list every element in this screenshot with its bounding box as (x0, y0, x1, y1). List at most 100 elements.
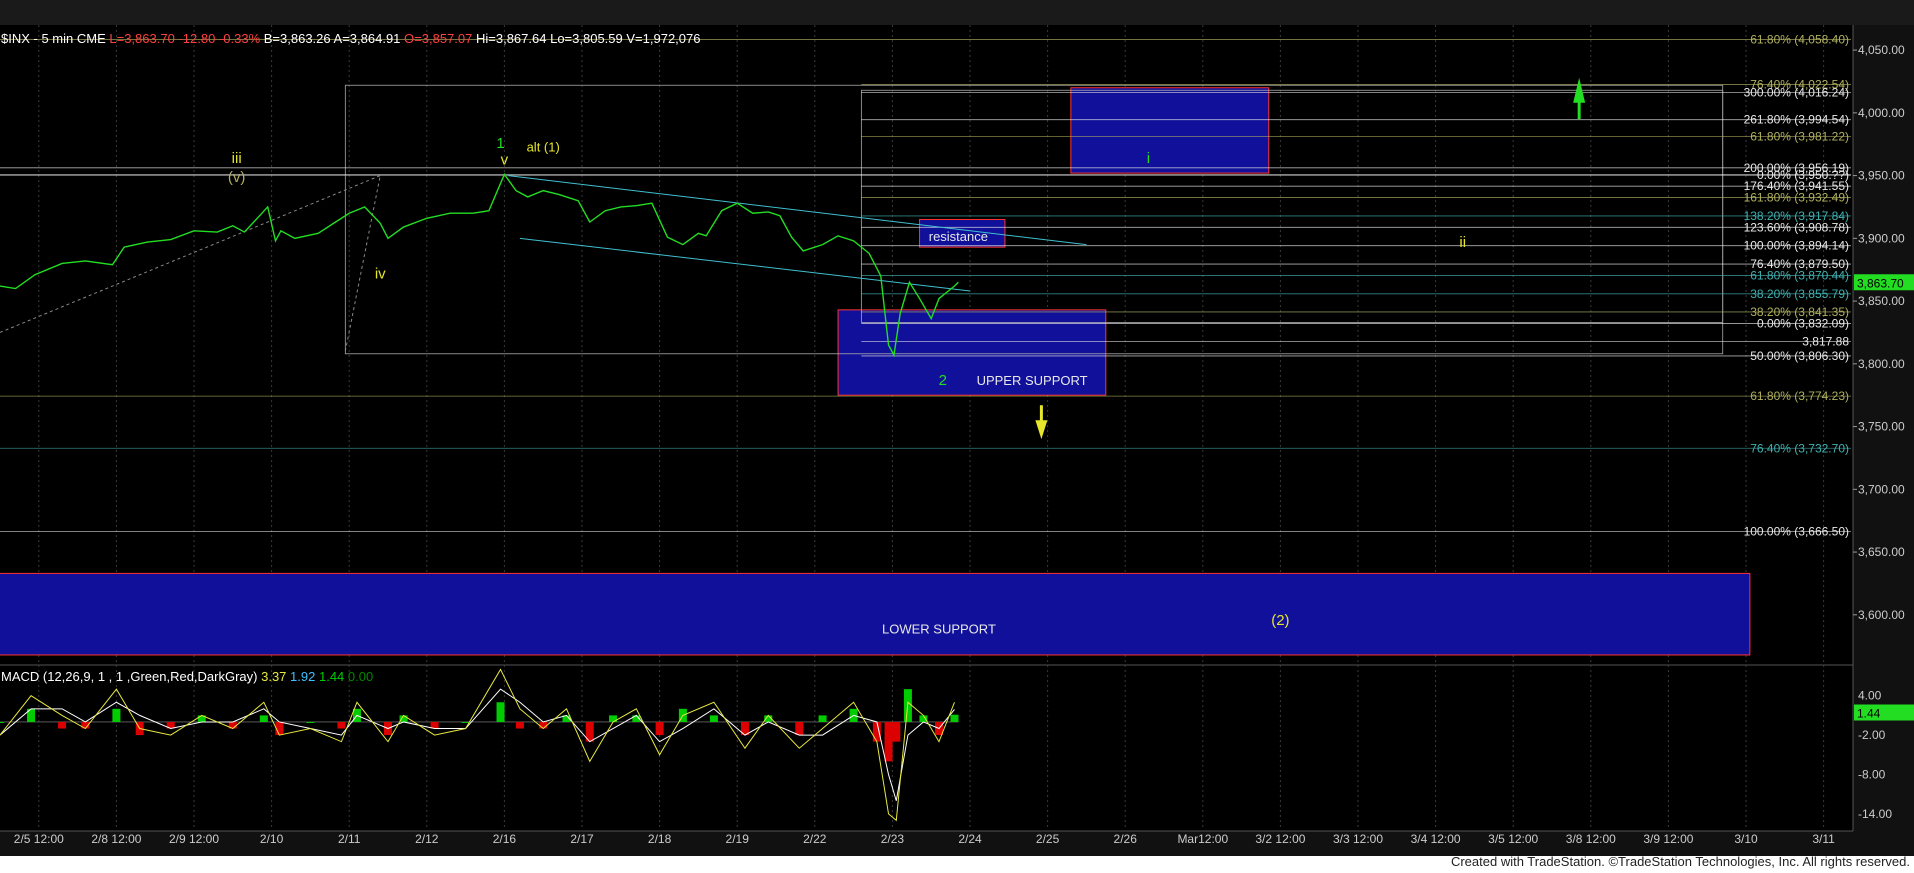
time-tick-label: 3/11 (1812, 832, 1835, 846)
fib-level-label: 38.20% (3,855.79) (1750, 287, 1849, 301)
bid-price: B=3,863.26 (263, 31, 331, 46)
symbol-label: $INX - 5 min CME (1, 31, 106, 46)
wave-label: resistance (929, 229, 988, 244)
fib-level-label: 100.00% (3,666.50) (1744, 524, 1849, 538)
wave-label: ii (1459, 234, 1466, 251)
ask-price: A=3,864.91 (333, 31, 401, 46)
time-tick-label: 3/5 12:00 (1488, 832, 1538, 846)
time-tick-label: 3/2 12:00 (1255, 832, 1305, 846)
macd-current-label: 1.44 (1857, 707, 1881, 721)
price-tick-label: 3,700.00 (1858, 482, 1905, 496)
macd-label: MACD (12,26,9, 1 , 1 ,Green,Red,DarkGray… (1, 669, 258, 684)
price-tick-label: 3,900.00 (1858, 231, 1905, 245)
macd-histogram-bar (892, 721, 901, 742)
macd-value-4: 0.00 (347, 669, 374, 684)
macd-histogram-bar (539, 721, 548, 729)
macd-histogram-bar (884, 721, 893, 762)
fib-level-label: 300.00% (4,016.24) (1744, 85, 1849, 99)
wave-label: alt (1) (527, 140, 560, 155)
wave-label: v (501, 151, 509, 168)
time-tick-label: 3/3 12:00 (1333, 832, 1383, 846)
footer-bar: Created with TradeStation. ©TradeStation… (0, 854, 1914, 873)
volume: V=1,972,076 (626, 31, 701, 46)
time-axis-panel (0, 831, 1914, 856)
price-tick-label: 3,950.00 (1858, 169, 1905, 183)
time-tick-label: 3/10 (1734, 832, 1758, 846)
price-tick-label: 3,800.00 (1858, 357, 1905, 371)
macd-histogram-bar (515, 721, 524, 729)
price-tick-label: 4,050.00 (1858, 43, 1905, 57)
price-tick-label: 3,750.00 (1858, 420, 1905, 434)
wave-label: iv (375, 265, 386, 282)
time-tick-label: 2/22 (803, 832, 827, 846)
low-price: Lo=3,805.59 (550, 31, 623, 46)
time-tick-label: 2/26 (1114, 832, 1138, 846)
open-price: O=3,857.07 (404, 31, 473, 46)
time-tick-label: 2/16 (493, 832, 517, 846)
time-tick-label: 2/10 (260, 832, 284, 846)
time-tick-label: Mar12:00 (1177, 832, 1228, 846)
price-tick-label: 3,850.00 (1858, 294, 1905, 308)
macd-header: MACD (12,26,9, 1 , 1 ,Green,Red,DarkGray… (1, 669, 373, 684)
macd-histogram-bar (872, 721, 881, 742)
wave-label: UPPER SUPPORT (977, 373, 1088, 388)
macd-value-3: 1.44 (318, 669, 345, 684)
time-tick-label: 2/19 (726, 832, 750, 846)
macd-histogram-bar (337, 721, 346, 729)
time-tick-label: 3/8 12:00 (1566, 832, 1616, 846)
last-price-label: 3,863.70 (1857, 276, 1904, 290)
wave-label: i (1147, 150, 1150, 167)
wave-label: LOWER SUPPORT (882, 622, 996, 637)
macd-histogram-bar (112, 708, 121, 722)
wave-label: 2 (939, 372, 947, 389)
macd-tick-label: 4.00 (1858, 689, 1882, 703)
macd-histogram-bar (818, 715, 827, 722)
wave-label: (2) (1271, 612, 1289, 629)
wave-label: 1 (496, 135, 504, 152)
fib-level-label: 61.80% (3,774.23) (1750, 389, 1849, 403)
macd-histogram-bar (795, 721, 804, 736)
macd-histogram-bar (58, 721, 67, 729)
fib-level-label: 61.80% (3,981.22) (1750, 129, 1849, 143)
fib-level-label: 0.00% (3,832.09) (1757, 317, 1849, 331)
time-tick-label: 2/9 12:00 (169, 832, 219, 846)
credit-text: Created with TradeStation. ©TradeStation… (1450, 854, 1910, 869)
macd-histogram-bar (655, 721, 664, 736)
macd-tick-label: -14.00 (1858, 807, 1892, 821)
fib-level-label: 161.80% (3,932.49) (1744, 191, 1849, 205)
wave-label: iii (232, 150, 242, 167)
time-tick-label: 2/23 (881, 832, 905, 846)
macd-value-1: 3.37 (261, 669, 287, 684)
wave-label: (v) (228, 169, 246, 186)
price-chart[interactable]: 2/5 12:00 2/8 12:00 2/9 12:00 2/10 2/11 2/12 2… (0, 0, 1914, 856)
time-tick-label: 2/8 12:00 (91, 832, 141, 846)
time-tick-label: 2/17 (570, 832, 594, 846)
fib-level-label: 61.80% (4,058.40) (1750, 33, 1849, 47)
price-tick-label: 3,600.00 (1858, 608, 1905, 622)
last-price: L=3,863.70 (109, 31, 175, 46)
zone-box (0, 572, 1751, 656)
chart-header: $INX - 5 min CME L=3,863.70 -12.80 -0.33… (1, 31, 700, 46)
macd-histogram-bar (609, 715, 618, 722)
chart-background (0, 0, 1914, 856)
macd-histogram-bar (950, 714, 959, 722)
zone-box (1070, 87, 1270, 174)
macd-value-2: 1.92 (290, 669, 316, 684)
macd-histogram-bar (496, 702, 505, 722)
time-tick-label: 3/9 12:00 (1643, 832, 1693, 846)
fib-level-label: 76.40% (3,732.70) (1750, 441, 1849, 455)
macd-tick-label: -8.00 (1858, 767, 1886, 781)
fib-level-label: 261.80% (3,994.54) (1744, 113, 1849, 127)
price-tick-label: 3,650.00 (1858, 545, 1905, 559)
time-tick-label: 2/12 (415, 832, 439, 846)
macd-histogram-bar (709, 715, 718, 722)
fib-level-label: 61.80% (3,870.44) (1750, 268, 1849, 282)
time-tick-label: 3/4 12:00 (1411, 832, 1461, 846)
fib-level-label: 3,817.88 (1802, 334, 1849, 348)
time-tick-label: 2/11 (338, 832, 361, 846)
macd-histogram-bar (306, 721, 315, 723)
time-tick-label: 2/25 (1036, 832, 1060, 846)
net-change: -12.80 (178, 31, 216, 46)
title-bar (0, 0, 1914, 25)
macd-histogram-bar (259, 715, 268, 722)
